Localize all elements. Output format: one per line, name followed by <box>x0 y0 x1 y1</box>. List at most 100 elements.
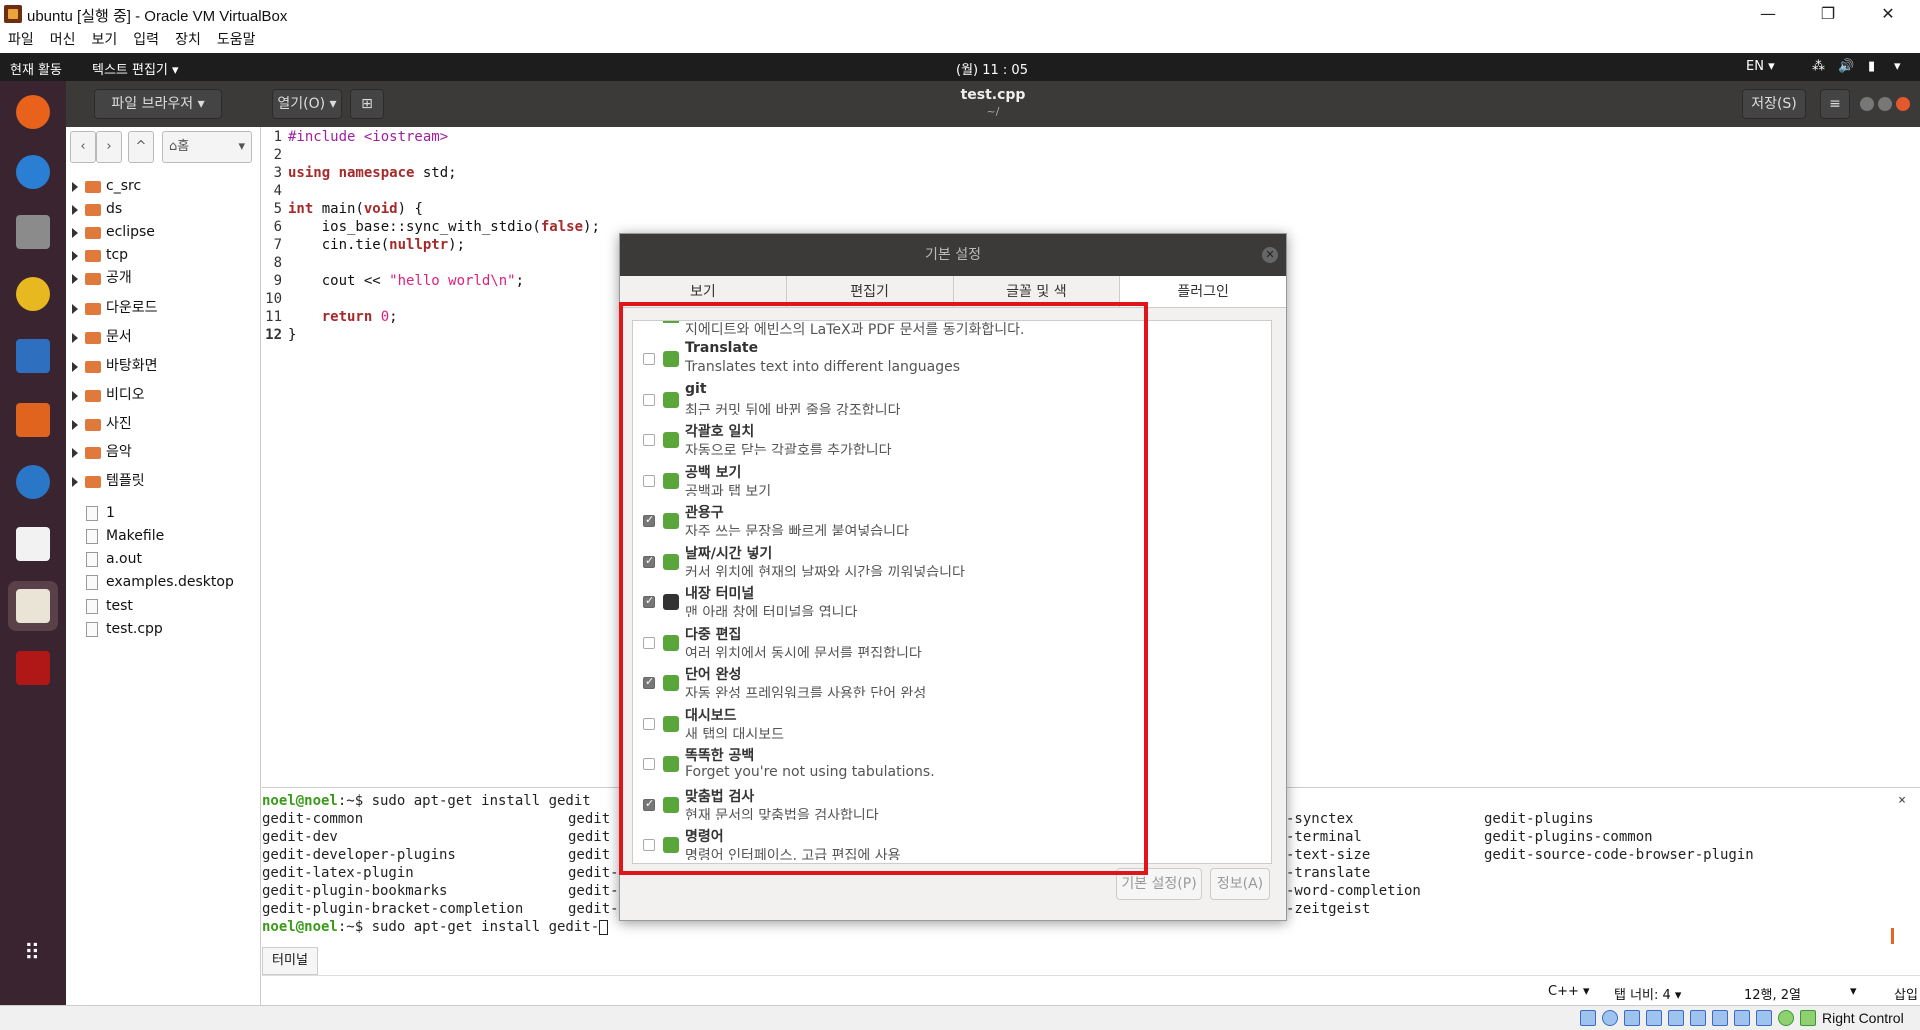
expand-arrow-icon[interactable] <box>72 274 78 284</box>
tree-item-label: c_src <box>106 178 142 194</box>
expand-arrow-icon[interactable] <box>72 205 78 215</box>
folder-row[interactable]: 바탕화면 <box>66 355 261 378</box>
audio-icon[interactable] <box>1624 1010 1640 1026</box>
show-applications-icon[interactable]: ⠿ <box>8 939 58 989</box>
optical-drive-icon[interactable] <box>1602 1010 1618 1026</box>
terminal-completion-item: gedit-developer-plugins <box>262 847 456 863</box>
location-dropdown[interactable]: ⌂홈 ▾ <box>162 131 252 163</box>
clock[interactable]: (월) 11 : 05 <box>956 59 1028 78</box>
plugin-about-button[interactable]: 정보(A) <box>1210 868 1270 900</box>
terminal-completion-item: gedit <box>568 811 611 827</box>
code-line: return 0; <box>288 309 398 325</box>
folder-row[interactable]: 문서 <box>66 326 261 349</box>
folder-row[interactable]: 공개 <box>66 267 261 290</box>
volume-icon[interactable]: 🔊 <box>1838 59 1854 74</box>
terminal-close-icon[interactable]: × <box>1898 792 1906 810</box>
network-adapter-icon[interactable] <box>1646 1010 1662 1026</box>
dialog-close-icon[interactable]: ✕ <box>1262 247 1278 263</box>
line-number: 2 <box>273 147 282 163</box>
battery-icon[interactable]: ▮ <box>1868 59 1875 74</box>
folder-row[interactable]: 다운로드 <box>66 297 261 320</box>
minimize-icon[interactable] <box>1860 97 1874 111</box>
expand-arrow-icon[interactable] <box>72 391 78 401</box>
expand-arrow-icon[interactable] <box>72 477 78 487</box>
terminal-prompt: noel@noel <box>262 793 338 809</box>
expand-arrow-icon[interactable] <box>72 228 78 238</box>
file-row[interactable]: 1 <box>66 502 261 525</box>
hamburger-menu-icon[interactable]: ≡ <box>1820 89 1850 119</box>
back-icon[interactable]: ‹ <box>70 131 96 163</box>
expand-arrow-icon[interactable] <box>72 304 78 314</box>
expand-arrow-icon[interactable] <box>72 420 78 430</box>
terminal-completion-item: gedit-source-code-browser-plugin <box>1484 847 1754 863</box>
file-icon <box>86 622 98 637</box>
amazon-icon[interactable] <box>8 519 58 569</box>
help-icon[interactable] <box>8 457 58 507</box>
mouse-integration-icon[interactable] <box>1778 1010 1794 1026</box>
file-row[interactable]: Makefile <box>66 525 261 548</box>
folder-row[interactable]: 템플릿 <box>66 470 261 493</box>
thunderbird-icon[interactable] <box>8 147 58 197</box>
menu-view[interactable]: 보기 <box>92 28 118 52</box>
text-editor-icon[interactable] <box>8 581 58 631</box>
restore-icon[interactable]: ❐ <box>1800 0 1856 28</box>
rhythmbox-icon[interactable] <box>8 269 58 319</box>
menu-help[interactable]: 도움말 <box>217 28 256 52</box>
virtualization-icon[interactable] <box>1756 1010 1772 1026</box>
folder-row[interactable]: 음악 <box>66 441 261 464</box>
forward-icon[interactable]: › <box>96 131 122 163</box>
menu-file[interactable]: 파일 <box>8 28 34 52</box>
file-row[interactable]: a.out <box>66 548 261 571</box>
usb-icon[interactable] <box>1668 1010 1684 1026</box>
language-selector[interactable]: C++ ▾ <box>1548 984 1590 999</box>
code-token: int <box>288 201 314 217</box>
terminal-icon[interactable] <box>8 643 58 693</box>
app-menu[interactable]: 텍스트 편집기 ▾ <box>92 59 179 78</box>
folder-row[interactable]: eclipse <box>66 221 261 244</box>
folder-icon <box>85 476 101 488</box>
expand-arrow-icon[interactable] <box>72 333 78 343</box>
network-icon[interactable]: ⁂ <box>1812 59 1825 74</box>
folder-row[interactable]: tcp <box>66 244 261 267</box>
menu-machine[interactable]: 머신 <box>50 28 76 52</box>
firefox-icon[interactable] <box>8 87 58 137</box>
folder-row[interactable]: c_src <box>66 175 261 198</box>
harddisk-icon[interactable] <box>1580 1010 1596 1026</box>
system-menu-icon[interactable]: ▾ <box>1894 59 1901 74</box>
software-center-icon[interactable] <box>8 395 58 445</box>
file-icon <box>86 529 98 544</box>
keyboard-icon[interactable] <box>1800 1010 1816 1026</box>
display-icon[interactable] <box>1712 1010 1728 1026</box>
recording-icon[interactable] <box>1734 1010 1750 1026</box>
file-row[interactable]: test.cpp <box>66 618 261 641</box>
folder-row[interactable]: 비디오 <box>66 384 261 407</box>
code-token: cin.tie( <box>288 237 390 253</box>
maximize-icon[interactable] <box>1878 97 1892 111</box>
close-icon[interactable] <box>1896 97 1910 111</box>
writer-icon[interactable] <box>8 331 58 381</box>
expand-arrow-icon[interactable] <box>72 448 78 458</box>
menu-devices[interactable]: 장치 <box>175 28 201 52</box>
position-dropdown-icon[interactable]: ▾ <box>1850 984 1857 999</box>
folder-row[interactable]: 사진 <box>66 413 261 436</box>
language-indicator[interactable]: EN ▾ <box>1746 59 1775 74</box>
tab-terminal[interactable]: 터미널 <box>262 947 318 975</box>
files-icon[interactable] <box>8 207 58 257</box>
virtualbox-app-icon <box>4 5 22 23</box>
file-row[interactable]: test <box>66 595 261 618</box>
shared-folder-icon[interactable] <box>1690 1010 1706 1026</box>
expand-arrow-icon[interactable] <box>72 182 78 192</box>
expand-arrow-icon[interactable] <box>72 362 78 372</box>
folder-row[interactable]: ds <box>66 198 261 221</box>
activities-button[interactable]: 현재 활동 <box>10 59 62 78</box>
terminal-scrollbar[interactable] <box>1891 928 1894 944</box>
menu-input[interactable]: 입력 <box>133 28 159 52</box>
tab-width-selector[interactable]: 탭 너비: 4 ▾ <box>1614 984 1681 1003</box>
terminal-completion-item: gedit <box>568 847 611 863</box>
minimize-icon[interactable]: — <box>1740 0 1796 28</box>
up-icon[interactable]: ^ <box>128 131 154 163</box>
file-row[interactable]: examples.desktop <box>66 571 261 594</box>
close-icon[interactable]: ✕ <box>1860 0 1916 28</box>
expand-arrow-icon[interactable] <box>72 251 78 261</box>
save-button[interactable]: 저장(S) <box>1742 89 1806 119</box>
